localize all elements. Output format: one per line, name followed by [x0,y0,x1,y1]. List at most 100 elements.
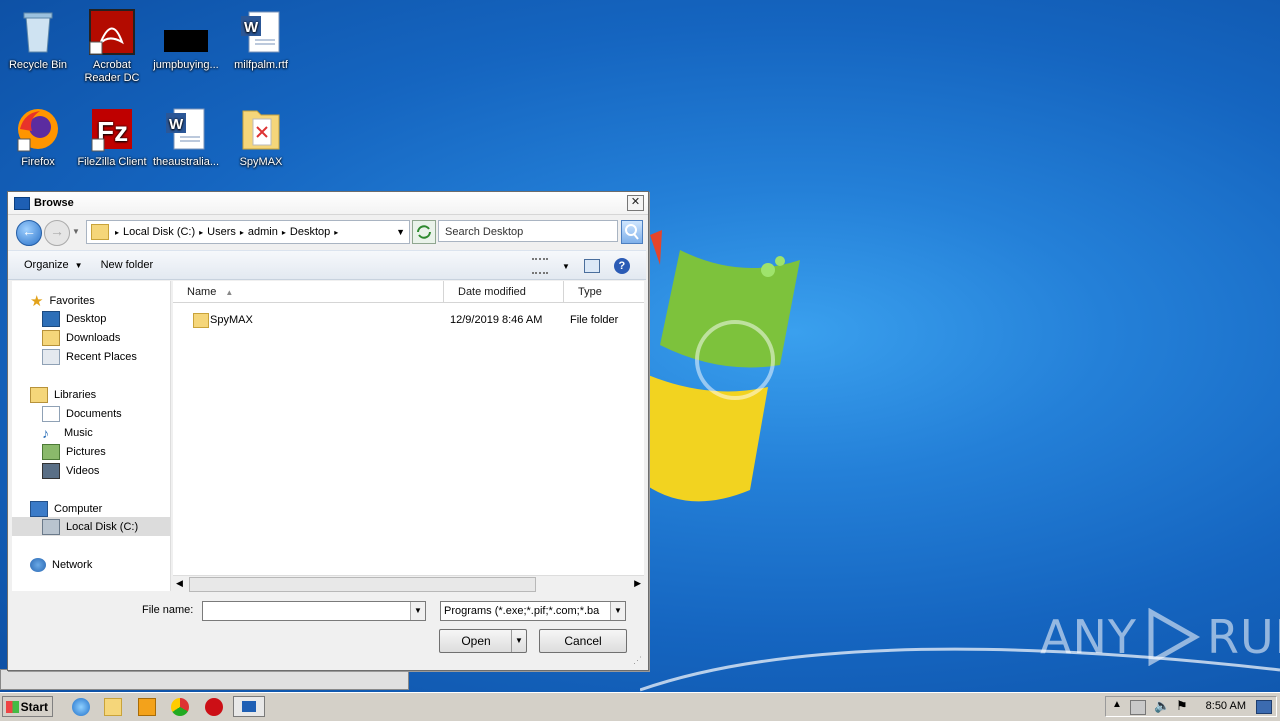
dialog-titlebar[interactable]: Browse [8,192,648,215]
downloads-icon [42,330,60,346]
preview-pane-icon[interactable] [583,259,600,273]
chevron-down-icon[interactable]: ▼ [610,602,625,620]
anyrun-watermark: ANY RUN [1040,608,1280,666]
address-dropdown-icon[interactable]: ▼ [396,227,405,237]
address-bar[interactable]: ▸ Local Disk (C:) ▸ Users ▸ admin ▸ Desk… [86,220,410,244]
search-button[interactable] [621,220,643,244]
clock[interactable]: 8:50 AM [1206,700,1246,712]
desktop-icon-theaustralia[interactable]: W theaustralia... [148,105,224,169]
scrollbar-thumb[interactable] [189,577,536,592]
desktop-icon-jumpbuying[interactable]: jumpbuying... [148,8,224,72]
sort-ascending-icon: ▲ [225,288,234,297]
chevron-down-icon[interactable]: ▼ [410,602,425,620]
file-name-input[interactable]: ▼ [202,601,426,621]
libraries-icon [30,387,48,403]
desktop-icon-milfpalm[interactable]: W milfpalm.rtf [223,8,299,72]
view-options-icon[interactable] [532,258,548,274]
nav-music[interactable]: ♪ Music [42,425,93,441]
nav-computer[interactable]: Computer [30,501,102,517]
file-date: 12/9/2019 8:46 AM [450,314,543,326]
media-player-icon[interactable] [138,698,156,716]
file-type-filter[interactable]: Programs (*.exe;*.pif;*.com;*.ba ▼ [440,601,626,621]
window-app-icon [14,196,30,210]
nav-network[interactable]: Network [30,558,92,572]
cancel-button[interactable]: Cancel [539,629,627,653]
resize-grip-icon[interactable]: ⋰ [633,655,642,666]
refresh-icon [417,225,431,239]
horizontal-scrollbar[interactable]: ◀ ▶ [173,575,644,592]
nav-downloads[interactable]: Downloads [42,330,120,346]
history-dropdown-icon[interactable]: ▼ [72,227,80,236]
back-button[interactable]: ← [16,220,42,246]
scroll-right-icon[interactable]: ▶ [634,578,641,589]
volume-icon[interactable]: 🔈 [1154,698,1170,714]
file-row[interactable]: SpyMAX 12/9/2019 8:46 AM File folder [173,312,644,330]
opera-icon[interactable] [205,698,223,716]
open-button[interactable]: Open ▼ [439,629,527,653]
nav-documents[interactable]: Documents [42,406,122,422]
svg-text:W: W [244,19,259,36]
recent-places-icon [42,349,60,365]
svg-text:W: W [169,116,184,133]
dialog-footer: File name: ▼ Programs (*.exe;*.pif;*.com… [8,594,646,668]
desktop-icon-firefox[interactable]: Firefox [0,105,76,169]
pictures-icon [42,444,60,460]
desktop-icon-recycle-bin[interactable]: Recycle Bin [0,8,76,72]
computer-icon [30,501,48,517]
desktop-icon [42,311,60,327]
desktop-icon-label: FileZilla Client [77,156,147,168]
nav-local-disk[interactable]: Local Disk (C:) [12,517,170,536]
internet-explorer-icon[interactable] [72,698,90,716]
breadcrumb-item[interactable]: Desktop [290,226,330,238]
help-icon[interactable]: ? [613,258,630,274]
view-dropdown-icon[interactable]: ▼ [562,262,570,271]
new-folder-button[interactable]: New folder [101,259,154,271]
nav-desktop[interactable]: Desktop [42,311,106,327]
open-options-icon[interactable]: ▼ [511,630,526,652]
nav-recent-places[interactable]: Recent Places [42,349,137,365]
column-header-date[interactable]: Date modified [444,281,564,303]
organize-button[interactable]: Organize ▼ [24,259,83,271]
explorer-icon[interactable] [104,698,122,716]
show-desktop-icon[interactable] [1256,700,1272,714]
column-header-name[interactable]: Name ▲ [173,281,444,303]
nav-libraries[interactable]: Libraries [30,387,96,403]
play-icon [1148,608,1201,666]
network-icon [30,558,46,572]
address-row: ← → ▼ ▸ Local Disk (C:) ▸ Users ▸ admin … [10,217,646,247]
scroll-left-icon[interactable]: ◀ [176,578,183,589]
breadcrumb-item[interactable]: Users [207,226,236,238]
dialog-title: Browse [34,197,74,209]
acrobat-icon [88,8,136,56]
chevron-down-icon: ▼ [74,260,83,270]
close-button[interactable]: ✕ [627,195,644,211]
show-hidden-icons-icon[interactable]: ▲ [1112,699,1122,710]
desktop-icon-spymax[interactable]: SpyMAX [223,105,299,169]
desktop-icon-label: milfpalm.rtf [234,59,288,71]
chrome-icon[interactable] [171,698,189,716]
documents-icon [42,406,60,422]
background-window-frame [0,669,409,690]
nav-videos[interactable]: Videos [42,463,99,479]
command-toolbar: Organize ▼ New folder ▼ ? [8,250,646,280]
breadcrumb: ▸ Local Disk (C:) ▸ Users ▸ admin ▸ Desk… [115,226,339,238]
search-input[interactable]: Search Desktop [438,220,618,242]
column-header-type[interactable]: Type [564,281,644,303]
taskbar-button-browse[interactable] [233,696,265,717]
breadcrumb-item[interactable]: Local Disk (C:) [123,226,195,238]
desktop-icon-label: Recycle Bin [8,59,68,71]
desktop-icon-filezilla[interactable]: Fz FileZilla Client [74,105,150,169]
windows-flag-icon [6,701,19,713]
breadcrumb-item[interactable]: admin [248,226,278,238]
word-document-icon: W [237,8,285,56]
desktop-icon-acrobat[interactable]: Acrobat Reader DC [74,8,150,85]
refresh-button[interactable] [412,220,436,244]
filezilla-icon: Fz [88,105,136,153]
nav-favorites[interactable]: ★ Favorites [30,292,95,310]
forward-button[interactable]: → [44,220,70,246]
start-button[interactable]: Start [2,696,53,717]
folder-icon [193,313,209,328]
nav-pictures[interactable]: Pictures [42,444,106,460]
action-center-flag-icon[interactable]: ⚑ [1176,698,1188,714]
network-tray-icon[interactable] [1130,700,1146,715]
